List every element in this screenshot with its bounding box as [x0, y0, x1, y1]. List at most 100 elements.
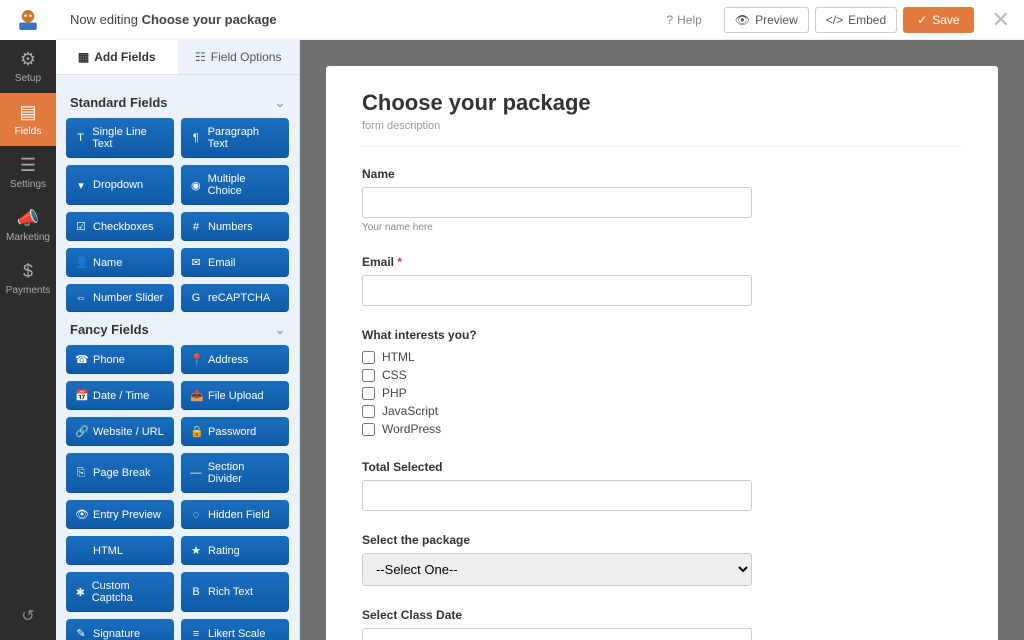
close-icon[interactable]: ✕: [992, 7, 1010, 33]
field-type-rating[interactable]: ★Rating: [181, 536, 289, 565]
preview-button[interactable]: 👁 Preview: [724, 7, 809, 33]
field-icon: ✉: [190, 256, 202, 269]
field-type-dropdown[interactable]: ▾Dropdown: [66, 165, 174, 205]
field-icon: ✱: [75, 586, 86, 599]
field-icon: ≡: [190, 628, 202, 640]
nav-fields[interactable]: ▤ Fields: [0, 93, 56, 146]
package-select[interactable]: --Select One--: [362, 553, 752, 586]
field-icon: 📤: [190, 389, 202, 402]
field-type-file-upload[interactable]: 📤File Upload: [181, 381, 289, 410]
field-type-page-break[interactable]: ⎘Page Break: [66, 453, 174, 493]
field-type-signature[interactable]: ✎Signature: [66, 619, 174, 640]
check-icon: ✓: [917, 13, 927, 27]
chevron-down-icon: ⌄: [275, 96, 285, 110]
nav-label: Marketing: [6, 232, 50, 243]
field-icon: 📍: [190, 353, 202, 366]
group-header[interactable]: Standard Fields⌄: [66, 85, 289, 118]
field-icon: ◉: [190, 179, 202, 192]
help-icon: ?: [666, 13, 673, 27]
field-type-recaptcha[interactable]: GreCAPTCHA: [181, 284, 289, 312]
field-type-address[interactable]: 📍Address: [181, 345, 289, 374]
embed-button[interactable]: </> Embed: [815, 7, 897, 33]
chevron-down-icon: ⌄: [275, 323, 285, 337]
field-icon: ⎘: [75, 467, 87, 480]
total-input[interactable]: [362, 480, 752, 511]
checkbox-input[interactable]: [362, 405, 375, 418]
field-icon: B: [190, 586, 202, 598]
help-link[interactable]: ? Help: [666, 13, 701, 27]
checkbox-input[interactable]: [362, 369, 375, 382]
nav-settings[interactable]: ☰ Settings: [0, 146, 56, 199]
checkbox-item[interactable]: JavaScript: [362, 402, 752, 420]
field-type-email[interactable]: ✉Email: [181, 248, 289, 277]
checkbox-item[interactable]: HTML: [362, 348, 752, 366]
sliders-icon: ☰: [20, 155, 36, 176]
field-type-custom-captcha[interactable]: ✱Custom Captcha: [66, 572, 174, 612]
form-description[interactable]: form description: [362, 120, 962, 147]
nav-label: Fields: [15, 126, 42, 137]
field-icon: ▾: [75, 179, 87, 192]
checkbox-item[interactable]: CSS: [362, 366, 752, 384]
field-type-single-line-text[interactable]: TSingle Line Text: [66, 118, 174, 158]
field-email[interactable]: Email *: [362, 255, 752, 306]
field-type-name[interactable]: 👤Name: [66, 248, 174, 277]
field-name[interactable]: Name Your name here: [362, 167, 752, 233]
email-input[interactable]: [362, 275, 752, 306]
bullhorn-icon: 📣: [17, 208, 39, 229]
app-logo: [0, 0, 56, 40]
field-icon: ¶: [190, 132, 202, 144]
form-title[interactable]: Choose your package: [362, 90, 962, 116]
undo-history[interactable]: ↺: [0, 592, 56, 640]
checkbox-input[interactable]: [362, 351, 375, 364]
field-type-entry-preview[interactable]: 👁Entry Preview: [66, 500, 174, 529]
tab-add-fields[interactable]: ▦ Add Fields: [56, 40, 178, 74]
name-input[interactable]: [362, 187, 752, 218]
nav-setup[interactable]: ⚙ Setup: [0, 40, 56, 93]
tab-field-options[interactable]: ☷ Field Options: [178, 40, 300, 74]
field-type-numbers[interactable]: #Numbers: [181, 212, 289, 241]
save-button[interactable]: ✓ Save: [903, 7, 973, 33]
field-total[interactable]: Total Selected: [362, 460, 752, 511]
field-type-checkboxes[interactable]: ☑Checkboxes: [66, 212, 174, 241]
nav-label: Setup: [15, 73, 41, 84]
field-icon: —: [190, 467, 202, 479]
field-type-hidden-field[interactable]: ◌Hidden Field: [181, 500, 289, 529]
field-icon: ◌: [190, 509, 202, 521]
field-icon: #: [190, 221, 202, 233]
field-icon: G: [190, 292, 202, 304]
nav-label: Settings: [10, 179, 46, 190]
field-icon: 🔗: [75, 425, 87, 438]
dollar-icon: $: [23, 261, 33, 282]
gear-icon: ⚙: [20, 49, 36, 70]
field-type-paragraph-text[interactable]: ¶Paragraph Text: [181, 118, 289, 158]
group-header[interactable]: Fancy Fields⌄: [66, 312, 289, 345]
field-package[interactable]: Select the package --Select One--: [362, 533, 752, 586]
field-type-website-url[interactable]: 🔗Website / URL: [66, 417, 174, 446]
field-type-number-slider[interactable]: ⇔Number Slider: [66, 284, 174, 312]
checkbox-input[interactable]: [362, 423, 375, 436]
checkbox-item[interactable]: WordPress: [362, 420, 752, 438]
field-icon: 👁: [75, 508, 87, 521]
nav-marketing[interactable]: 📣 Marketing: [0, 199, 56, 252]
field-date[interactable]: Select Class Date: [362, 608, 752, 640]
checkbox-input[interactable]: [362, 387, 375, 400]
field-type-html[interactable]: HTML: [66, 536, 174, 565]
field-interests[interactable]: What interests you? HTMLCSSPHPJavaScript…: [362, 328, 752, 438]
field-type-password[interactable]: 🔒Password: [181, 417, 289, 446]
field-icon: ⇔: [75, 292, 87, 304]
nav-payments[interactable]: $ Payments: [0, 252, 56, 305]
field-type-likert-scale[interactable]: ≡Likert Scale: [181, 619, 289, 640]
field-icon: 👤: [75, 256, 87, 269]
options-icon: ☷: [195, 50, 206, 64]
field-type-date-time[interactable]: 📅Date / Time: [66, 381, 174, 410]
field-icon: ✎: [75, 627, 87, 640]
field-type-rich-text[interactable]: BRich Text: [181, 572, 289, 612]
checkbox-item[interactable]: PHP: [362, 384, 752, 402]
date-input[interactable]: [362, 628, 752, 640]
field-type-section-divider[interactable]: —Section Divider: [181, 453, 289, 493]
field-icon: ☎: [75, 353, 87, 366]
label: Total Selected: [362, 460, 752, 474]
field-type-phone[interactable]: ☎Phone: [66, 345, 174, 374]
field-type-multiple-choice[interactable]: ◉Multiple Choice: [181, 165, 289, 205]
nav-label: Payments: [6, 285, 50, 296]
